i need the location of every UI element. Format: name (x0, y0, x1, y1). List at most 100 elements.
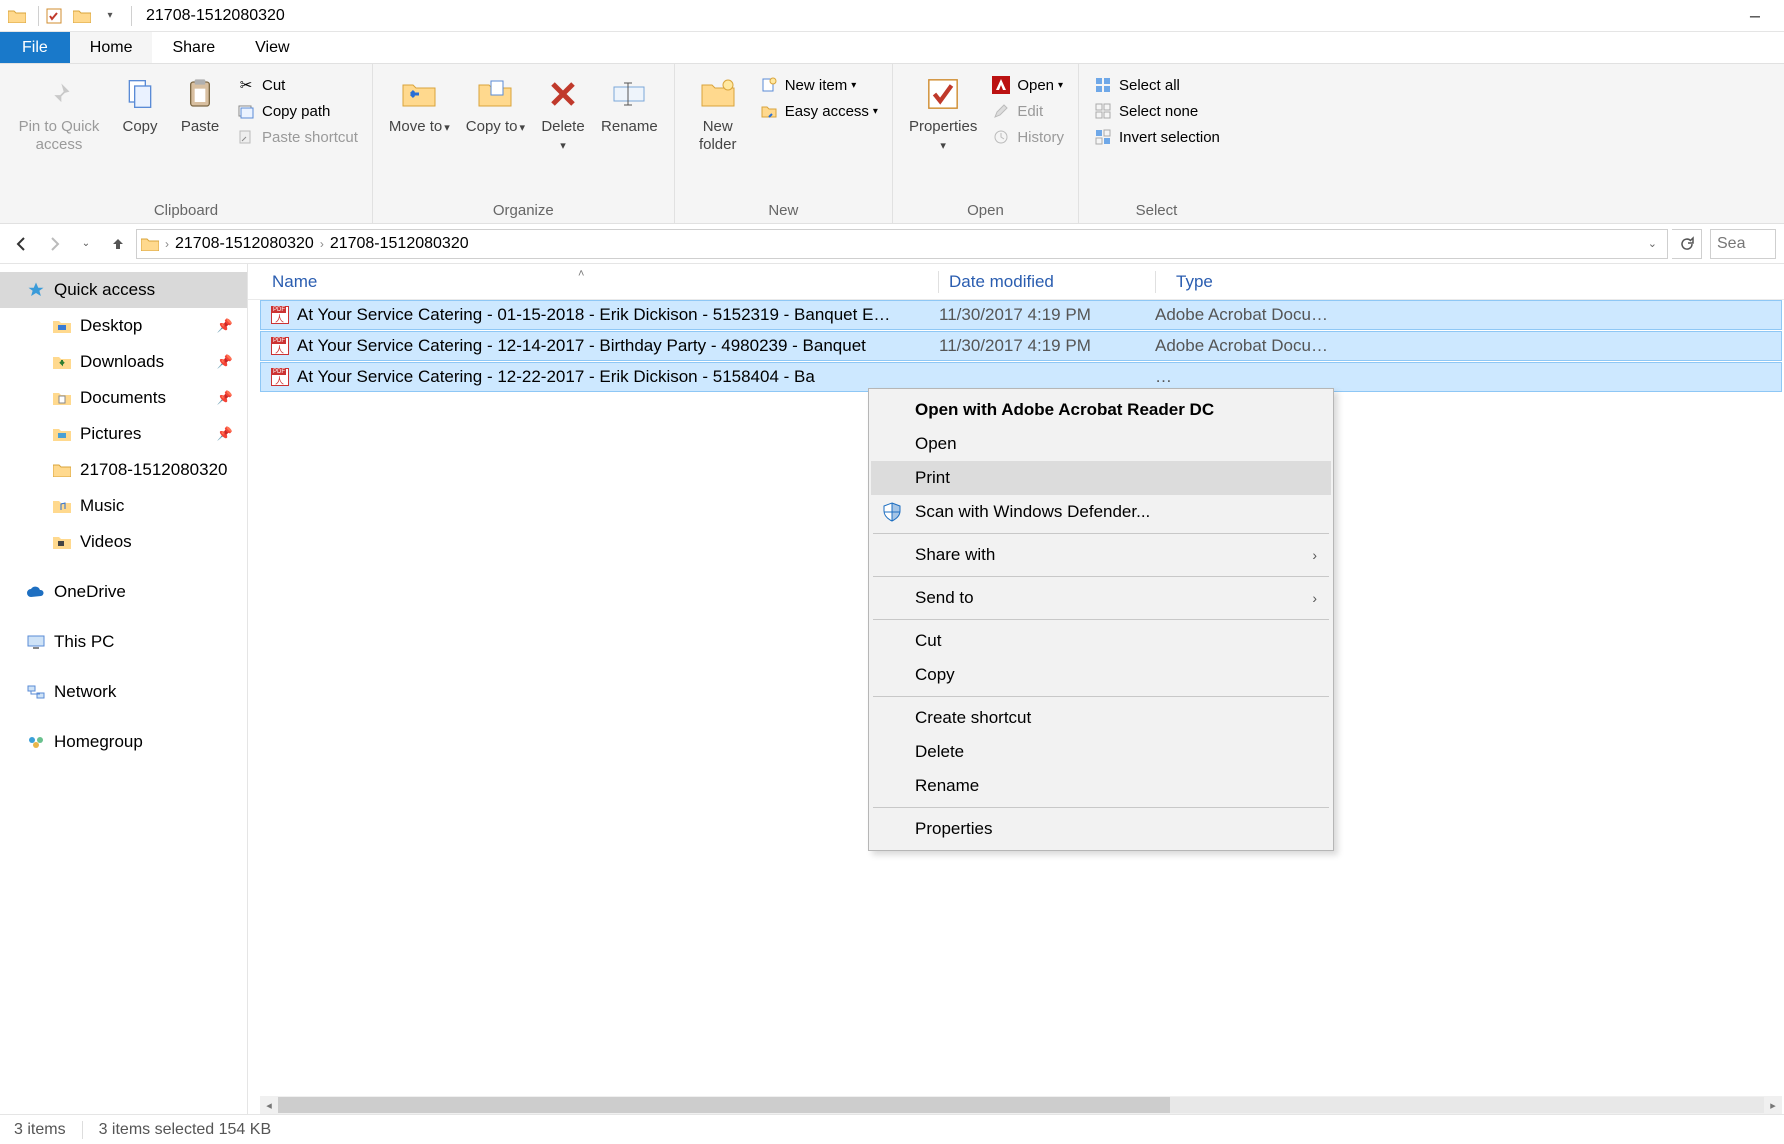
context-separator (873, 619, 1329, 620)
status-selection: 3 items selected 154 KB (99, 1121, 272, 1139)
forward-button[interactable] (40, 230, 68, 258)
context-create-shortcut[interactable]: Create shortcut (871, 701, 1331, 735)
invert-selection-icon (1093, 127, 1113, 147)
scroll-thumb[interactable] (278, 1097, 1170, 1113)
nav-sidebar: Quick access Desktop📌 Downloads📌 Documen… (0, 264, 248, 1114)
column-header-type[interactable]: Type (1166, 272, 1784, 292)
qat-dropdown-icon[interactable]: ▾ (99, 5, 121, 27)
sidebar-item-desktop[interactable]: Desktop📌 (0, 308, 247, 344)
open-button[interactable]: Open ▾ (985, 72, 1070, 98)
search-input[interactable]: Sea (1710, 229, 1776, 259)
history-clock-icon (991, 127, 1011, 147)
sidebar-item-this-pc[interactable]: This PC (0, 624, 247, 660)
pin-to-quick-access-button[interactable]: Pin to Quick access (8, 68, 110, 154)
history-button[interactable]: History (985, 124, 1070, 150)
group-label-organize: Organize (381, 200, 666, 223)
context-share-with[interactable]: Share with› (871, 538, 1331, 572)
breadcrumb[interactable]: › 21708-1512080320 › 21708-1512080320 ⌄ (136, 229, 1668, 259)
new-folder-qat-icon[interactable] (71, 5, 93, 27)
minimize-button[interactable]: ─ (1732, 1, 1778, 31)
scroll-right-button[interactable]: ▸ (1764, 1099, 1782, 1112)
context-rename[interactable]: Rename (871, 769, 1331, 803)
chevron-right-icon[interactable]: › (165, 237, 169, 251)
copy-to-button[interactable]: Copy to (458, 68, 533, 136)
copy-path-button[interactable]: Copy path (230, 98, 364, 124)
group-label-clipboard: Clipboard (8, 200, 364, 223)
sidebar-item-onedrive[interactable]: OneDrive (0, 574, 247, 610)
tab-file[interactable]: File (0, 32, 70, 63)
qat-divider-2 (131, 6, 132, 26)
invert-selection-button[interactable]: Invert selection (1087, 124, 1226, 150)
file-row[interactable]: At Your Service Catering - 01-15-2018 - … (260, 300, 1782, 330)
ribbon: Pin to Quick access Copy Paste ✂Cut Copy… (0, 64, 1784, 224)
tab-view[interactable]: View (235, 32, 309, 63)
context-delete[interactable]: Delete (871, 735, 1331, 769)
tab-home[interactable]: Home (70, 32, 153, 63)
column-header-date[interactable]: Date modified (949, 272, 1155, 292)
select-all-button[interactable]: Select all (1087, 72, 1226, 98)
breadcrumb-item[interactable]: 21708-1512080320 (175, 235, 314, 253)
rename-button[interactable]: Rename (593, 68, 666, 136)
pin-icon: 📌 (217, 426, 233, 442)
paste-shortcut-icon (236, 127, 256, 147)
context-scan-defender[interactable]: Scan with Windows Defender... (871, 495, 1331, 529)
defender-shield-icon (881, 501, 903, 523)
sidebar-item-recent-folder[interactable]: 21708-1512080320 (0, 452, 247, 488)
group-label-select: Select (1087, 200, 1226, 223)
new-folder-button[interactable]: New folder (683, 68, 753, 154)
onedrive-icon (26, 582, 46, 602)
context-properties[interactable]: Properties (871, 812, 1331, 846)
context-open[interactable]: Open (871, 427, 1331, 461)
delete-button[interactable]: Delete▾ (533, 68, 593, 154)
tab-share[interactable]: Share (152, 32, 235, 63)
edit-button[interactable]: Edit (985, 98, 1070, 124)
ribbon-group-new: New folder New item ▾ Easy access ▾ New (675, 64, 893, 223)
sidebar-item-documents[interactable]: Documents📌 (0, 380, 247, 416)
horizontal-scrollbar[interactable]: ◂ ▸ (260, 1096, 1782, 1114)
context-cut[interactable]: Cut (871, 624, 1331, 658)
context-copy[interactable]: Copy (871, 658, 1331, 692)
context-send-to[interactable]: Send to› (871, 581, 1331, 615)
properties-qat-icon[interactable] (43, 5, 65, 27)
refresh-button[interactable] (1672, 229, 1702, 259)
ribbon-group-organize: Move to Copy to Delete▾ Rename Organize (373, 64, 675, 223)
paste-button[interactable]: Paste (170, 68, 230, 136)
submenu-arrow-icon: › (1312, 547, 1317, 563)
videos-folder-icon (52, 532, 72, 552)
sidebar-item-music[interactable]: Music (0, 488, 247, 524)
sidebar-item-quick-access[interactable]: Quick access (0, 272, 247, 308)
network-icon (26, 682, 46, 702)
sidebar-item-homegroup[interactable]: Homegroup (0, 724, 247, 760)
breadcrumb-dropdown[interactable]: ⌄ (1648, 237, 1663, 250)
move-to-icon (399, 74, 439, 114)
up-button[interactable] (104, 230, 132, 258)
scroll-track[interactable] (278, 1097, 1764, 1113)
recent-locations-button[interactable]: ⌄ (72, 230, 100, 258)
column-header-name[interactable]: Name˄ (248, 272, 938, 292)
file-row[interactable]: At Your Service Catering - 12-14-2017 - … (260, 331, 1782, 361)
paste-shortcut-button[interactable]: Paste shortcut (230, 124, 364, 150)
delete-x-icon (543, 74, 583, 114)
this-pc-icon (26, 632, 46, 652)
move-to-button[interactable]: Move to (381, 68, 458, 136)
back-button[interactable] (8, 230, 36, 258)
sidebar-item-network[interactable]: Network (0, 674, 247, 710)
easy-access-button[interactable]: Easy access ▾ (753, 98, 884, 124)
chevron-right-icon[interactable]: › (320, 237, 324, 251)
copy-button[interactable]: Copy (110, 68, 170, 136)
sidebar-item-downloads[interactable]: Downloads📌 (0, 344, 247, 380)
properties-check-icon (923, 74, 963, 114)
select-none-button[interactable]: Select none (1087, 98, 1226, 124)
new-folder-icon (698, 74, 738, 114)
pin-icon: 📌 (217, 390, 233, 406)
context-open-with-adobe[interactable]: Open with Adobe Acrobat Reader DC (871, 393, 1331, 427)
sidebar-item-videos[interactable]: Videos (0, 524, 247, 560)
scroll-left-button[interactable]: ◂ (260, 1099, 278, 1112)
context-print[interactable]: Print (871, 461, 1331, 495)
cut-button[interactable]: ✂Cut (230, 72, 364, 98)
ribbon-group-clipboard: Pin to Quick access Copy Paste ✂Cut Copy… (0, 64, 373, 223)
properties-button[interactable]: Properties▾ (901, 68, 985, 154)
breadcrumb-item[interactable]: 21708-1512080320 (330, 235, 469, 253)
sidebar-item-pictures[interactable]: Pictures📌 (0, 416, 247, 452)
new-item-button[interactable]: New item ▾ (753, 72, 884, 98)
